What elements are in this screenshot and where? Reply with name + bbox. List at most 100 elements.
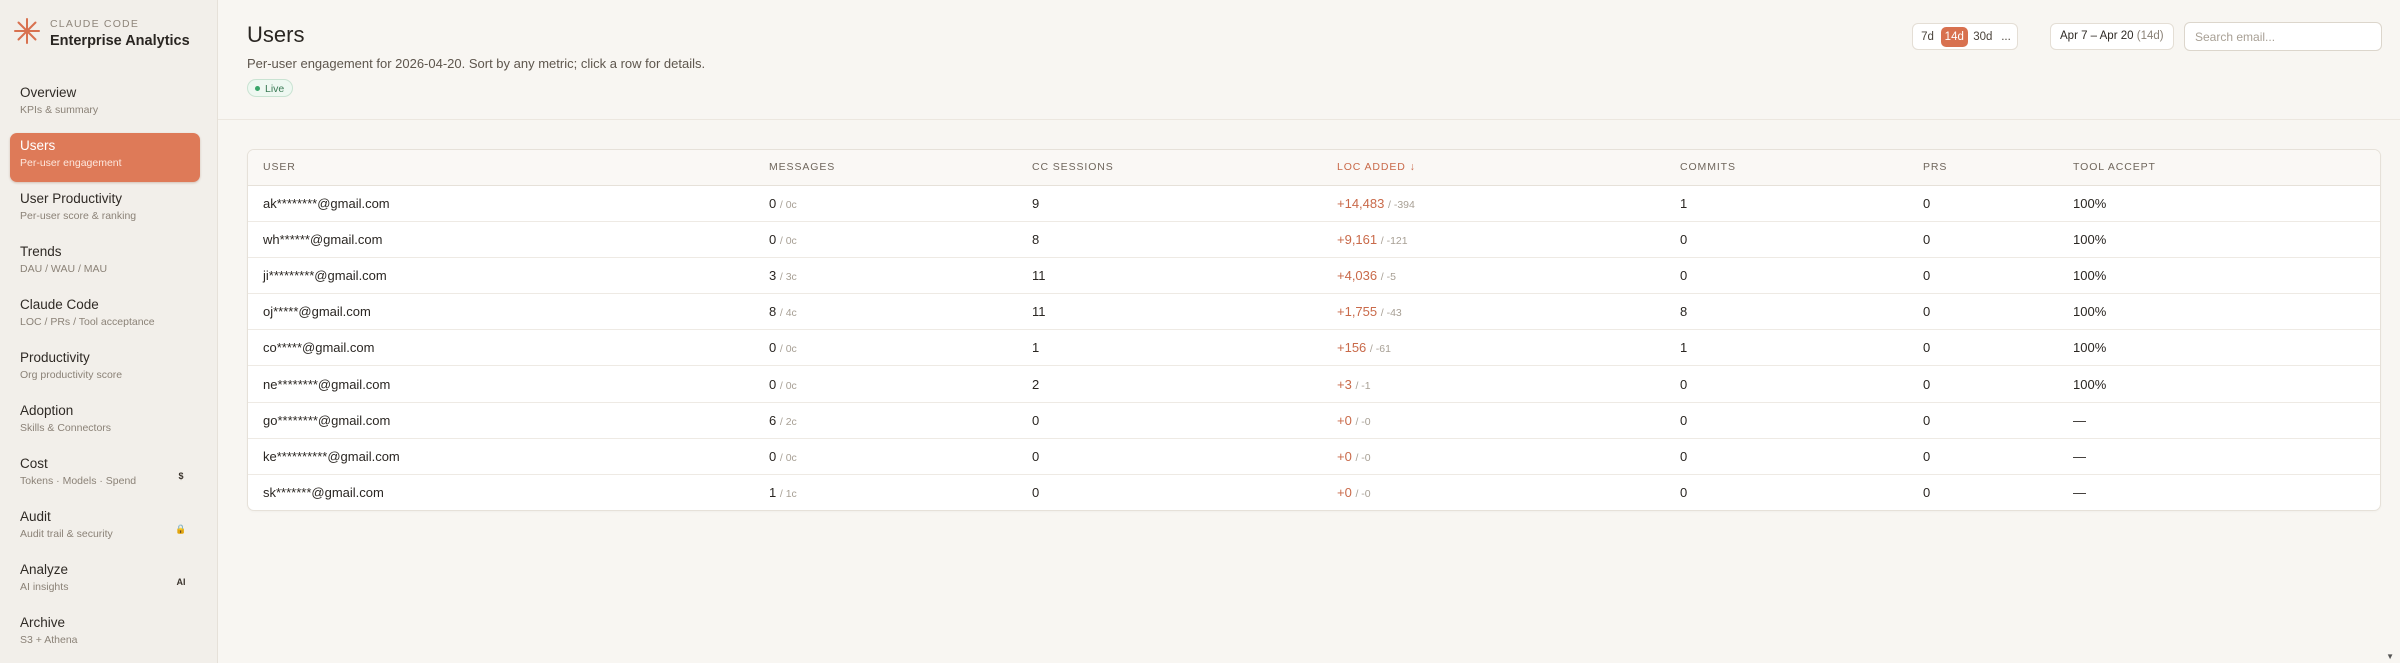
cell-loc-added: +3 / -1 <box>1337 365 1680 403</box>
commits-value: 0 <box>1680 231 1688 247</box>
sidebar-item-label: Claude Code <box>20 297 99 312</box>
period-button-more[interactable]: ... <box>1998 27 2014 47</box>
sidebar-item-audit[interactable]: Audit Audit trail & security 🔒 <box>10 504 200 553</box>
cell-loc-added: +9,161 / -121 <box>1337 221 1680 258</box>
sidebar-item-claude-code[interactable]: Claude Code LOC / PRs / Tool acceptance <box>10 292 200 341</box>
sidebar-item-label: Trends <box>20 244 62 259</box>
sidebar-item-subtitle: Per-user engagement <box>20 157 122 169</box>
sidebar-item-analyze[interactable]: Analyze AI insights AI <box>10 557 200 606</box>
sidebar-item-badge: AI <box>176 577 186 587</box>
messages-sub: / 0c <box>779 379 797 392</box>
column-header-cc-sessions[interactable]: CC SESSIONS <box>1032 150 1337 186</box>
cell-commits: 0 <box>1680 257 1923 295</box>
cell-prs: 0 <box>1923 365 2073 403</box>
tool-accept-value: 100% <box>2073 231 2107 247</box>
cell-commits: 0 <box>1680 475 1923 511</box>
cell-messages: 3 / 3c <box>769 257 1032 295</box>
user-email: co*****@gmail.com <box>263 340 375 356</box>
column-header-commits[interactable]: COMMITS <box>1680 150 1923 186</box>
table-header-row: USER MESSAGES CC SESSIONS LOC ADDED ↓ COMMIT… <box>248 150 2380 186</box>
table-row[interactable]: ji*********@gmail.com 3 / 3c 11 +4,036 /… <box>248 257 2380 295</box>
tool-accept-value: 100% <box>2073 195 2107 211</box>
tool-accept-value: 100% <box>2073 267 2107 283</box>
sessions-value: 11 <box>1032 304 1046 320</box>
prs-value: 0 <box>1923 195 1931 211</box>
cell-messages: 6 / 2c <box>769 402 1032 439</box>
cell-messages: 8 / 4c <box>769 293 1032 331</box>
header-divider <box>218 119 2400 120</box>
messages-sub: / 0c <box>779 198 797 211</box>
period-button-30d[interactable]: 30d <box>1970 27 1997 47</box>
search-input[interactable] <box>2184 22 2382 51</box>
sessions-value: 0 <box>1032 412 1040 428</box>
messages-sub: / 0c <box>779 451 797 464</box>
sessions-value: 2 <box>1032 376 1040 392</box>
cell-tool-accept: 100% <box>2073 329 2380 367</box>
table-row[interactable]: ne********@gmail.com 0 / 0c 2 +3 / -1 0 … <box>248 365 2380 403</box>
commits-value: 0 <box>1680 267 1688 283</box>
cell-messages: 0 / 0c <box>769 329 1032 367</box>
cell-cc-sessions: 0 <box>1032 475 1337 511</box>
main-content: Users Per-user engagement for 2026-04-20… <box>218 0 2400 663</box>
period-selector: 7d 14d 30d... <box>1912 23 2018 50</box>
column-header-tool-accept[interactable]: TOOL ACCEPT <box>2073 150 2380 186</box>
loc-removed-value: / -0 <box>1355 451 1371 464</box>
cell-user: ke**********@gmail.com <box>248 438 769 476</box>
cell-prs: 0 <box>1923 475 2073 511</box>
cell-messages: 0 / 0c <box>769 185 1032 222</box>
table-row[interactable]: co*****@gmail.com 0 / 0c 1 +156 / -61 1 … <box>248 329 2380 367</box>
messages-sub: / 0c <box>779 234 797 247</box>
table-row[interactable]: sk*******@gmail.com 1 / 1c 0 +0 / -0 0 0… <box>248 475 2380 511</box>
sidebar-item-archive[interactable]: Archive S3 + Athena <box>10 610 200 659</box>
sessions-value: 9 <box>1032 195 1040 211</box>
table-row[interactable]: ke**********@gmail.com 0 / 0c 0 +0 / -0 … <box>248 438 2380 476</box>
sidebar-item-user-productivity[interactable]: User Productivity Per-user score & rankin… <box>10 186 200 235</box>
cell-prs: 0 <box>1923 257 2073 295</box>
loc-removed-value: / -5 <box>1380 270 1396 283</box>
period-button-7d[interactable]: 7d <box>1916 27 1939 47</box>
table-row[interactable]: ak********@gmail.com 0 / 0c 9 +14,483 / … <box>248 185 2380 222</box>
messages-value: 0 <box>769 195 777 211</box>
sidebar-item-trends[interactable]: Trends DAU / WAU / MAU <box>10 239 200 288</box>
messages-value: 3 <box>769 267 777 283</box>
column-header-prs[interactable]: PRS <box>1923 150 2073 186</box>
table-row[interactable]: oj*****@gmail.com 8 / 4c 11 +1,755 / -43… <box>248 293 2380 331</box>
messages-value: 0 <box>769 376 777 392</box>
table-row[interactable]: wh******@gmail.com 0 / 0c 8 +9,161 / -12… <box>248 221 2380 258</box>
users-table: USER MESSAGES CC SESSIONS LOC ADDED ↓ COMMIT… <box>248 150 2380 511</box>
cell-prs: 0 <box>1923 185 2073 222</box>
prs-value: 0 <box>1923 448 1931 464</box>
loc-added-value: +1,755 <box>1337 304 1378 320</box>
messages-sub: / 2c <box>779 415 797 428</box>
date-range-picker[interactable]: Apr 7 – Apr 20 (14d) <box>2050 23 2174 50</box>
sidebar-item-subtitle: LOC / PRs / Tool acceptance <box>20 316 155 328</box>
sidebar-item-adoption[interactable]: Adoption Skills & Connectors <box>10 398 200 447</box>
user-email: ak********@gmail.com <box>263 195 390 211</box>
cell-tool-accept: 100% <box>2073 185 2380 222</box>
table-row[interactable]: go********@gmail.com 6 / 2c 0 +0 / -0 0 … <box>248 402 2380 439</box>
cell-user: ne********@gmail.com <box>248 365 769 403</box>
user-email: wh******@gmail.com <box>263 231 383 247</box>
sidebar-item-overview[interactable]: Overview KPIs & summary <box>10 80 200 129</box>
prs-value: 0 <box>1923 267 1931 283</box>
cell-commits: 0 <box>1680 438 1923 476</box>
cell-loc-added: +1,755 / -43 <box>1337 293 1680 331</box>
sidebar-item-productivity[interactable]: Productivity Org productivity score <box>10 345 200 394</box>
messages-value: 1 <box>769 485 777 501</box>
sidebar-item-users[interactable]: Users Per-user engagement <box>10 133 200 182</box>
sidebar-item-cost[interactable]: Cost Tokens · Models · Spend $ <box>10 451 200 500</box>
table-body: ak********@gmail.com 0 / 0c 9 +14,483 / … <box>248 185 2380 511</box>
column-header-messages[interactable]: MESSAGES <box>769 150 1032 186</box>
loc-removed-value: / -43 <box>1380 307 1402 320</box>
sessions-value: 0 <box>1032 448 1040 464</box>
period-button-14d[interactable]: 14d <box>1941 26 1968 47</box>
users-table-card: USER MESSAGES CC SESSIONS LOC ADDED ↓ COMMIT… <box>247 149 2381 511</box>
loc-removed-value: / -121 <box>1380 234 1408 247</box>
column-header-user[interactable]: USER <box>248 150 769 186</box>
column-header-loc-added[interactable]: LOC ADDED ↓ <box>1337 150 1680 186</box>
messages-value: 0 <box>769 448 777 464</box>
cell-loc-added: +4,036 / -5 <box>1337 257 1680 295</box>
scroll-down-icon[interactable]: ▼ <box>2386 652 2394 661</box>
cell-commits: 8 <box>1680 293 1923 331</box>
user-email: go********@gmail.com <box>263 412 391 428</box>
